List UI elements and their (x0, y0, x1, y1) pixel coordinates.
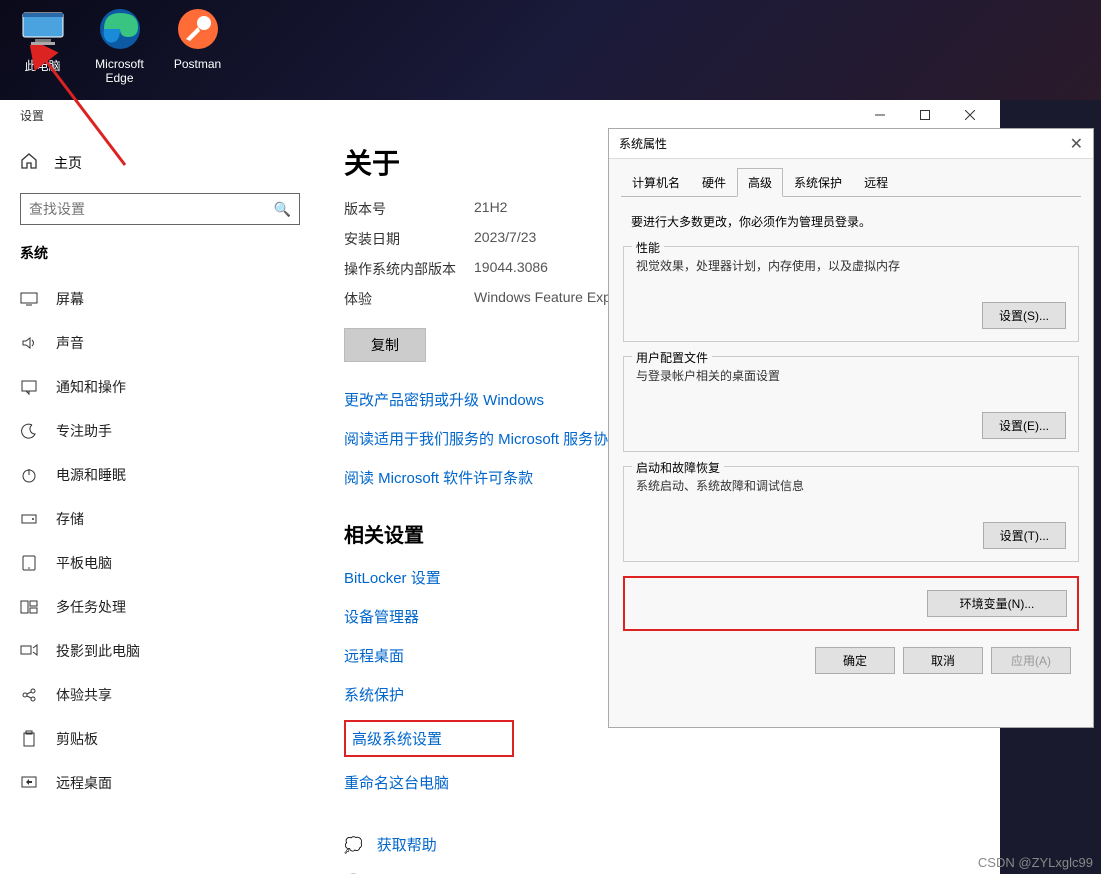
startup-settings-button[interactable]: 设置(T)... (983, 522, 1066, 549)
home-button[interactable]: 主页 (20, 142, 300, 183)
user-profile-legend: 用户配置文件 (632, 349, 712, 366)
storage-icon (20, 510, 38, 528)
search-field[interactable] (29, 201, 274, 217)
dialog-footer: 确定 取消 应用(A) (621, 643, 1081, 686)
remote-icon (20, 774, 38, 792)
desktop-icon-this-pc[interactable]: 此电脑 (5, 5, 80, 74)
sound-icon (20, 334, 38, 352)
window-title: 设置 (8, 107, 44, 124)
performance-settings-button[interactable]: 设置(S)... (982, 302, 1066, 329)
spec-version-label: 版本号 (344, 199, 474, 219)
nav-display[interactable]: 屏幕 (20, 277, 300, 321)
power-icon (20, 466, 38, 484)
dialog-close-button[interactable]: ✕ (1070, 134, 1083, 154)
close-button[interactable] (947, 100, 992, 130)
search-input[interactable]: 🔍 (20, 193, 300, 225)
minimize-button[interactable] (857, 100, 902, 130)
nav-notifications[interactable]: 通知和操作 (20, 365, 300, 409)
dialog-tabs: 计算机名 硬件 高级 系统保护 远程 (621, 167, 1081, 197)
tab-computer-name[interactable]: 计算机名 (621, 168, 691, 197)
performance-legend: 性能 (632, 239, 664, 256)
tab-system-protection[interactable]: 系统保护 (783, 168, 853, 197)
display-icon (20, 290, 38, 308)
watermark: CSDN @ZYLxglc99 (978, 855, 1093, 870)
share-icon (20, 686, 38, 704)
titlebar: 设置 (0, 100, 1000, 130)
spec-install-label: 安装日期 (344, 229, 474, 249)
nav-tablet[interactable]: 平板电脑 (20, 541, 300, 585)
nav-remote[interactable]: 远程桌面 (20, 761, 300, 805)
search-icon: 🔍 (274, 201, 291, 218)
copy-button[interactable]: 复制 (344, 328, 426, 362)
tab-hardware[interactable]: 硬件 (691, 168, 737, 197)
performance-desc: 视觉效果，处理器计划，内存使用，以及虚拟内存 (636, 257, 1066, 274)
home-label: 主页 (54, 153, 82, 173)
user-profile-desc: 与登录帐户相关的桌面设置 (636, 367, 1066, 384)
dialog-titlebar: 系统属性 ✕ (609, 129, 1093, 159)
nav-project[interactable]: 投影到此电脑 (20, 629, 300, 673)
startup-recovery-group: 启动和故障恢复 系统启动、系统故障和调试信息 设置(T)... (623, 466, 1079, 562)
nav-sound[interactable]: 声音 (20, 321, 300, 365)
apply-button[interactable]: 应用(A) (991, 647, 1071, 674)
section-label: 系统 (20, 243, 300, 263)
link-feedback[interactable]: 💬提供反馈 (344, 863, 976, 874)
spec-install-value: 2023/7/23 (474, 229, 536, 249)
desktop-icon-edge[interactable]: Microsoft Edge (82, 5, 157, 85)
spec-exp-label: 体验 (344, 289, 474, 309)
nav-clipboard[interactable]: 剪贴板 (20, 717, 300, 761)
home-icon (20, 152, 38, 173)
tablet-icon (20, 554, 38, 572)
spec-build-label: 操作系统内部版本 (344, 259, 474, 279)
ok-button[interactable]: 确定 (815, 647, 895, 674)
maximize-button[interactable] (902, 100, 947, 130)
moon-icon (20, 422, 38, 440)
nav-storage[interactable]: 存储 (20, 497, 300, 541)
startup-desc: 系统启动、系统故障和调试信息 (636, 477, 1066, 494)
tab-remote[interactable]: 远程 (853, 168, 899, 197)
nav-focus[interactable]: 专注助手 (20, 409, 300, 453)
desktop-icon-label: Postman (160, 57, 235, 71)
nav-power[interactable]: 电源和睡眠 (20, 453, 300, 497)
notify-icon (20, 378, 38, 396)
desktop-icon-postman[interactable]: Postman (160, 5, 235, 71)
user-profile-settings-button[interactable]: 设置(E)... (982, 412, 1066, 439)
desktop-icon-label: Microsoft Edge (82, 57, 157, 85)
clipboard-icon (20, 730, 38, 748)
postman-icon (174, 5, 222, 53)
desktop-background: 此电脑 Microsoft Edge Postman (0, 0, 1101, 100)
spec-version-value: 21H2 (474, 199, 507, 219)
admin-note: 要进行大多数更改，你必须作为管理员登录。 (621, 197, 1081, 240)
cancel-button[interactable]: 取消 (903, 647, 983, 674)
nav-share[interactable]: 体验共享 (20, 673, 300, 717)
spec-build-value: 19044.3086 (474, 259, 548, 279)
user-profile-group: 用户配置文件 与登录帐户相关的桌面设置 设置(E)... (623, 356, 1079, 452)
desktop-icon-label: 此电脑 (5, 57, 80, 74)
annotation-highlight-env: 环境变量(N)... (623, 576, 1079, 631)
edge-icon (96, 5, 144, 53)
pc-icon (19, 5, 67, 53)
project-icon (20, 642, 38, 660)
multitask-icon (20, 598, 38, 616)
window-controls (857, 100, 992, 130)
link-get-help[interactable]: 💭获取帮助 (344, 826, 976, 863)
link-advanced-system[interactable]: 高级系统设置 (352, 724, 442, 753)
startup-legend: 启动和故障恢复 (632, 459, 724, 476)
link-rename-pc[interactable]: 重命名这台电脑 (344, 763, 976, 802)
dialog-title-text: 系统属性 (619, 135, 667, 152)
sidebar: 主页 🔍 系统 屏幕 声音 通知和操作 专注助手 电源和睡眠 存储 平板电脑 多… (0, 130, 320, 874)
tab-advanced[interactable]: 高级 (737, 168, 783, 197)
nav-multitask[interactable]: 多任务处理 (20, 585, 300, 629)
system-properties-dialog: 系统属性 ✕ 计算机名 硬件 高级 系统保护 远程 要进行大多数更改，你必须作为… (608, 128, 1094, 728)
environment-variables-button[interactable]: 环境变量(N)... (927, 590, 1067, 617)
help-icon: 💭 (344, 836, 363, 854)
annotation-highlight-advanced: 高级系统设置 (344, 720, 514, 757)
performance-group: 性能 视觉效果，处理器计划，内存使用，以及虚拟内存 设置(S)... (623, 246, 1079, 342)
